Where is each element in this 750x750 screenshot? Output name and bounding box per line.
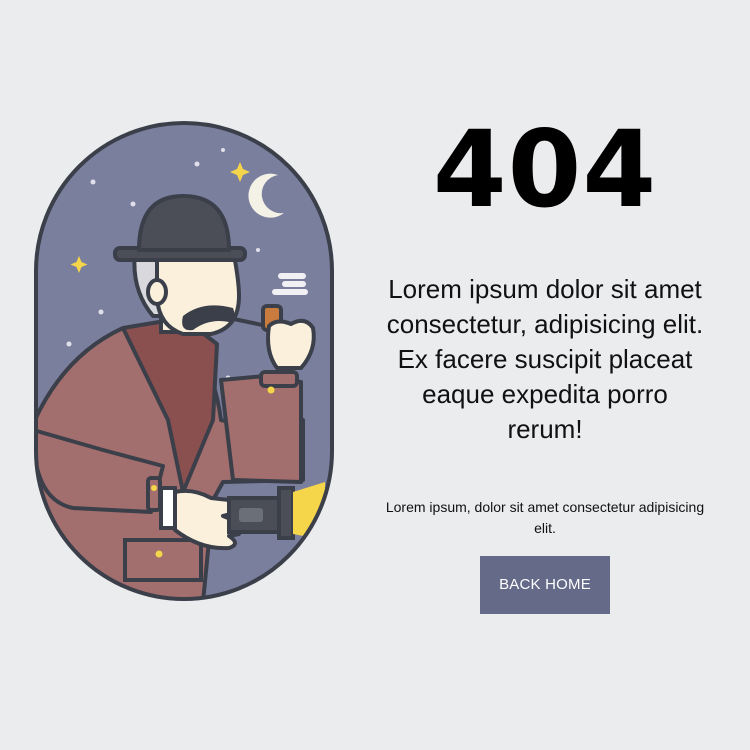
error-headline: Lorem ipsum dolor sit amet consectetur, …: [386, 274, 704, 444]
back-home-button[interactable]: BACK HOME: [480, 556, 610, 614]
error-content: 404 Lorem ipsum dolor sit amet consectet…: [370, 110, 720, 614]
detective-illustration: [33, 120, 335, 602]
error-code: 404: [432, 108, 658, 231]
page: 404 Lorem ipsum dolor sit amet consectet…: [0, 0, 750, 750]
error-description: Lorem ipsum, dolor sit amet consectetur …: [385, 499, 705, 536]
